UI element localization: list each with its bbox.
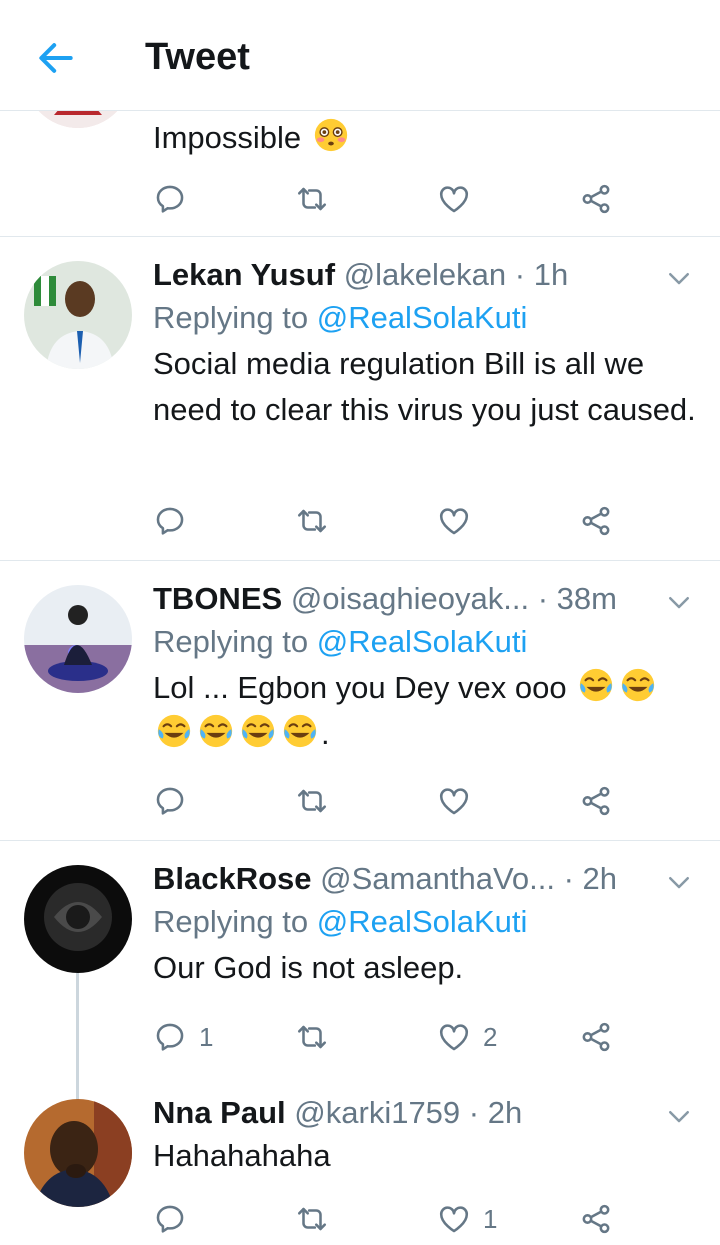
display-name[interactable]: Lekan Yusuf (153, 257, 335, 292)
timestamp: · 38m (537, 581, 617, 616)
like-count: 1 (483, 1203, 498, 1234)
reply-icon (153, 504, 187, 538)
like-button[interactable]: 1 (437, 1197, 497, 1241)
timestamp: · 2h (563, 861, 618, 896)
reply-button[interactable] (153, 1197, 187, 1241)
reply-button[interactable] (153, 177, 187, 221)
page-title: Tweet (145, 36, 250, 78)
mention-link[interactable]: @RealSolaKuti (317, 904, 528, 939)
share-button[interactable] (579, 177, 613, 221)
tweet-item[interactable]: Lekan Yusuf @lakelekan · 1h Replying to … (0, 237, 720, 561)
heart-icon (437, 1202, 471, 1236)
face-with-tears-of-joy-emoji (577, 666, 615, 704)
share-icon (579, 182, 613, 216)
share-icon (579, 504, 613, 538)
avatar[interactable] (24, 585, 132, 693)
retweet-icon (295, 1202, 329, 1236)
face-with-tears-of-joy-emoji (281, 712, 319, 750)
face-with-tears-of-joy-emoji (619, 666, 657, 704)
user-line: Nna Paul @karki1759 · 2h (153, 1093, 696, 1133)
retweet-icon (295, 1020, 329, 1054)
retweet-icon (295, 504, 329, 538)
retweet-button[interactable] (295, 1015, 329, 1059)
heart-icon (437, 1020, 471, 1054)
retweet-button[interactable] (295, 177, 329, 221)
avatar[interactable] (24, 261, 132, 369)
share-button[interactable] (579, 1197, 613, 1241)
tweet-item[interactable]: TBONES @oisaghieoyak... · 38m Replying t… (0, 561, 720, 841)
chevron-down-icon[interactable] (664, 587, 694, 617)
face-with-tears-of-joy-emoji (155, 712, 193, 750)
tweet-text: Our God is not asleep. (153, 950, 464, 985)
share-icon (579, 784, 613, 818)
reply-button[interactable] (153, 499, 187, 543)
reply-icon (153, 1202, 187, 1236)
display-name[interactable]: TBONES (153, 581, 282, 616)
retweet-button[interactable] (295, 1197, 329, 1241)
share-icon (579, 1020, 613, 1054)
heart-icon (437, 504, 471, 538)
tweet-text: Social media regulation Bill is all we n… (153, 346, 696, 427)
replying-to: Replying to @RealSolaKuti (153, 624, 528, 659)
reply-icon (153, 784, 187, 818)
reply-button[interactable]: 1 (153, 1015, 213, 1059)
retweet-icon (295, 182, 329, 216)
user-handle: @lakelekan (343, 257, 507, 292)
flushed-face-emoji (312, 116, 350, 154)
top-bar: Tweet (0, 0, 720, 111)
thread-line (76, 973, 79, 1103)
display-name[interactable]: Nna Paul (153, 1095, 286, 1130)
heart-icon (437, 784, 471, 818)
user-line: Lekan Yusuf @lakelekan · 1h (153, 255, 696, 295)
user-line: BlackRose @SamanthaVo... · 2h (153, 859, 696, 899)
back-arrow-icon[interactable] (34, 36, 78, 80)
share-button[interactable] (579, 779, 613, 823)
share-button[interactable] (579, 1015, 613, 1059)
mention-link[interactable]: @RealSolaKuti (317, 624, 528, 659)
reply-icon (153, 1020, 187, 1054)
user-handle: @oisaghieoyak... (290, 581, 530, 616)
reply-button[interactable] (153, 779, 187, 823)
retweet-icon (295, 784, 329, 818)
share-icon (579, 1202, 613, 1236)
replying-to: Replying to @RealSolaKuti (153, 300, 528, 335)
chevron-down-icon[interactable] (664, 867, 694, 897)
like-button[interactable] (437, 499, 471, 543)
chevron-down-icon[interactable] (664, 1101, 694, 1131)
timestamp: · 1h (514, 257, 569, 292)
share-button[interactable] (579, 499, 613, 543)
avatar[interactable] (24, 865, 132, 973)
timestamp: · 2h (468, 1095, 523, 1130)
like-button[interactable] (437, 177, 471, 221)
user-handle: @karki1759 (294, 1095, 461, 1130)
like-count: 2 (483, 1021, 498, 1052)
like-button[interactable]: 2 (437, 1015, 497, 1059)
retweet-button[interactable] (295, 779, 329, 823)
tweet-text: Impossible (153, 115, 696, 161)
user-line: TBONES @oisaghieoyak... · 38m (153, 579, 696, 619)
heart-icon (437, 182, 471, 216)
avatar[interactable] (24, 1099, 132, 1207)
mention-link[interactable]: @RealSolaKuti (317, 300, 528, 335)
replying-to: Replying to @RealSolaKuti (153, 904, 528, 939)
display-name[interactable]: BlackRose (153, 861, 312, 896)
like-button[interactable] (437, 779, 471, 823)
tweet-text: Hahahahaha (153, 1138, 331, 1173)
tweet-item[interactable]: BlackRose @SamanthaVo... · 2h Replying t… (0, 841, 720, 1245)
reply-icon (153, 182, 187, 216)
retweet-button[interactable] (295, 499, 329, 543)
tweet-text: Lol ... Egbon you Dey vex ooo . (153, 665, 696, 757)
face-with-tears-of-joy-emoji (239, 712, 277, 750)
user-handle: @SamanthaVo... (320, 861, 555, 896)
reply-count: 1 (199, 1021, 214, 1052)
chevron-down-icon[interactable] (664, 263, 694, 293)
face-with-tears-of-joy-emoji (197, 712, 235, 750)
